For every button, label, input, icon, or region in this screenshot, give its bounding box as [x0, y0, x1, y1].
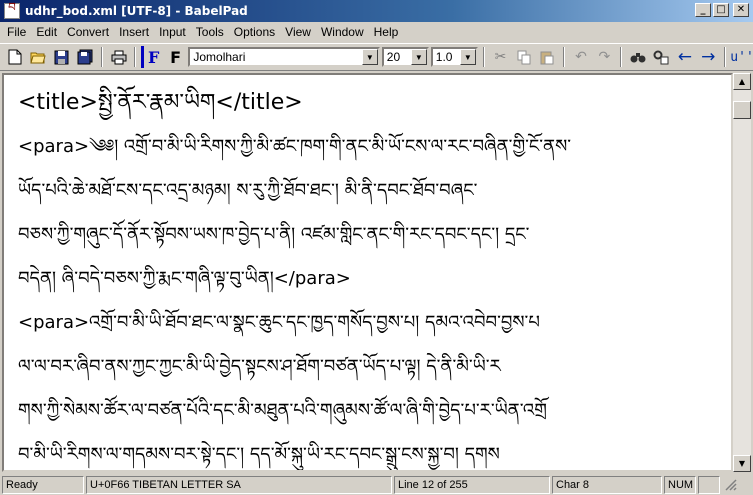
toolbar-separator	[620, 47, 623, 67]
menu-file[interactable]: File	[2, 23, 31, 41]
save-icon[interactable]	[51, 46, 72, 68]
status-bar: Ready U+0F66 TIBETAN LETTER SA Line 12 o…	[0, 474, 753, 495]
font-black-f-icon[interactable]: F	[165, 46, 186, 68]
status-state: Ready	[2, 475, 84, 494]
menu-input[interactable]: Input	[154, 23, 191, 41]
close-button[interactable]: ✕	[733, 3, 749, 17]
undo-icon[interactable]: ↶	[570, 46, 591, 68]
scroll-up-icon[interactable]: ▲	[733, 73, 751, 90]
toolbar-separator	[134, 47, 137, 67]
toolbar: F F Jomolhari ▼ 20 ▼ 1.0 ▼ ✂ ↶ ↷ ← → u''	[0, 43, 753, 71]
toolbar-separator	[100, 47, 103, 67]
scroll-thumb[interactable]	[733, 101, 751, 119]
menu-window[interactable]: Window	[316, 23, 369, 41]
menu-bar: File Edit Convert Insert Input Tools Opt…	[0, 22, 753, 42]
menu-options[interactable]: Options	[229, 23, 280, 41]
font-size-select[interactable]: 20 ▼	[381, 47, 429, 67]
paste-icon[interactable]	[537, 46, 558, 68]
font-blue-f-label: F	[147, 47, 160, 67]
status-line-info: Line 12 of 255	[394, 475, 550, 494]
editor-line[interactable]: བ་མི་ཡི་རིགས་ལ་གདམས་བར་སྟེ་དང་། དད་མོ་སྐ…	[18, 433, 731, 470]
text-editor[interactable]: <title>སྤྱི་ནོར་རྣམ་ཡིག</title> <para>༄༅…	[2, 73, 733, 472]
font-blue-f-icon[interactable]: F	[141, 46, 163, 68]
status-empty-panel	[698, 475, 720, 494]
cut-icon[interactable]: ✂	[490, 46, 511, 68]
redo-icon[interactable]: ↷	[594, 46, 615, 68]
editor-line[interactable]: བདེན། ཞི་བདེ་བཅས་ཀྱི་རྨང་གཞི་ལྟ་བུ་ཡིན།<…	[18, 257, 731, 301]
editor-line[interactable]: <para>འགྲོ་བ་མི་ཡི་ཐོབ་ཐང་ལ་སྣང་ཆུང་དང་ཁ…	[18, 301, 731, 345]
back-arrow-icon[interactable]: ←	[674, 46, 695, 68]
status-char-name: U+0F66 TIBETAN LETTER SA	[86, 475, 392, 494]
font-black-f-label: F	[170, 47, 182, 67]
save-all-icon[interactable]	[74, 46, 95, 68]
vertical-scrollbar[interactable]: ▲ ▼	[733, 73, 751, 472]
editor-line[interactable]: <title>སྤྱི་ནོར་རྣམ་ཡིག</title>	[18, 81, 731, 125]
menu-edit[interactable]: Edit	[31, 23, 62, 41]
editor-line[interactable]: ལ་ལ་བར་ཞིབ་ནས་ཀྱང་ཀྱང་མི་ཡི་བྱེད་སྟངས་ཤ་…	[18, 345, 731, 389]
forward-arrow-icon[interactable]: →	[698, 46, 719, 68]
scroll-down-icon[interactable]: ▼	[733, 455, 751, 472]
new-file-icon[interactable]	[4, 46, 25, 68]
toolbar-separator	[563, 47, 566, 67]
title-bar[interactable]: བ udhr_bod.xml [UTF-8] - BabelPad _ □ ✕	[0, 0, 753, 22]
editor-line[interactable]: <para>༄༅། འགྲོ་བ་མི་ཡི་རིགས་ཀྱི་མི་ཚང་ཁག…	[18, 125, 731, 169]
menu-tools[interactable]: Tools	[191, 23, 229, 41]
maximize-button[interactable]: □	[713, 3, 729, 17]
replace-icon[interactable]	[651, 46, 672, 68]
font-size-value: 20	[386, 50, 401, 64]
font-name-value: Jomolhari	[193, 50, 246, 64]
editor-line[interactable]: བཅས་ཀྱི་གཞུང་དོ་ནོར་སྟོབས་ཡས་ཁ་བྱེད་པ་ནི…	[18, 213, 731, 257]
copy-icon[interactable]	[513, 46, 534, 68]
chevron-down-icon[interactable]: ▼	[410, 49, 427, 65]
status-num: NUM	[664, 475, 696, 494]
resize-grip-icon[interactable]	[722, 476, 742, 494]
menu-help[interactable]: Help	[369, 23, 404, 41]
menu-view[interactable]: View	[280, 23, 316, 41]
find-icon[interactable]	[627, 46, 648, 68]
line-spacing-select[interactable]: 1.0 ▼	[430, 47, 478, 67]
editor-line[interactable]: གས་ཀྱི་སེམས་ཚོར་ལ་བཙན་པོའི་དང་མི་མཐུན་པའ…	[18, 389, 731, 433]
print-icon[interactable]	[108, 46, 129, 68]
chevron-down-icon[interactable]: ▼	[361, 49, 378, 65]
minimize-button[interactable]: _	[695, 3, 711, 17]
editor-line[interactable]: ཡོད་པའི་ཆེ་མཐོ་ངས་དང་འདྲ་མཉམ། ས་རུ་ཀྱི་ཐ…	[18, 169, 731, 213]
open-folder-icon[interactable]	[27, 46, 48, 68]
toolbar-separator	[482, 47, 485, 67]
toolbar-separator	[724, 47, 727, 67]
unicode-label: u''	[730, 49, 753, 65]
line-spacing-value: 1.0	[435, 50, 453, 64]
chevron-down-icon[interactable]: ▼	[459, 49, 476, 65]
menu-convert[interactable]: Convert	[62, 23, 114, 41]
window-title: udhr_bod.xml [UTF-8] - BabelPad	[25, 4, 248, 18]
app-icon[interactable]: བ	[4, 0, 20, 19]
menu-insert[interactable]: Insert	[114, 23, 154, 41]
font-name-select[interactable]: Jomolhari ▼	[188, 47, 380, 67]
status-char-info: Char 8	[552, 475, 662, 494]
unicode-icon[interactable]: u''	[730, 46, 753, 68]
